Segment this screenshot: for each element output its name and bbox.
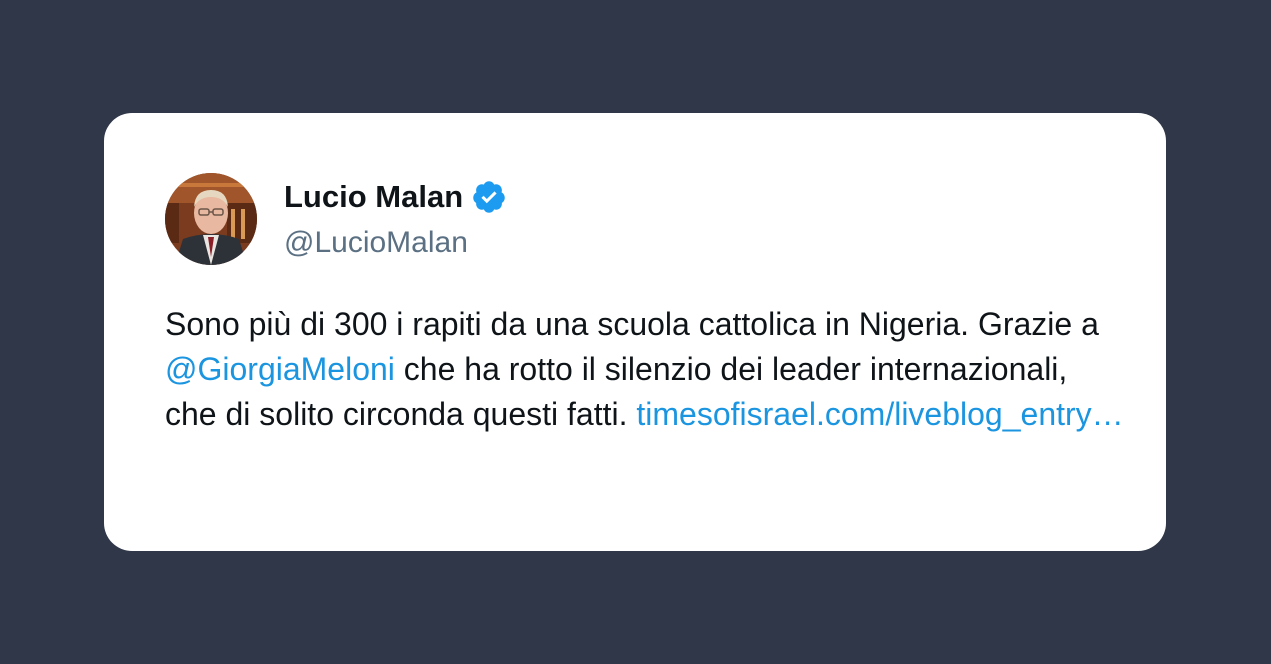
url-link[interactable]: timesofisrael.com/liveblog_entry… xyxy=(636,396,1123,432)
author-name[interactable]: Lucio Malan xyxy=(284,177,507,217)
author-handle[interactable]: @LucioMalan xyxy=(284,223,468,263)
tweet-card: Lucio Malan @LucioMalan Sono più di 300 … xyxy=(104,113,1166,551)
avatar[interactable] xyxy=(165,173,257,265)
verified-badge-icon xyxy=(473,181,505,213)
tweet-text-part1: Sono più di 300 i rapiti da una scuola c… xyxy=(165,306,1099,342)
mention-link[interactable]: @GiorgiaMeloni xyxy=(165,351,395,387)
author-name-text[interactable]: Lucio Malan xyxy=(284,177,463,217)
tweet-text: Sono più di 300 i rapiti da una scuola c… xyxy=(165,302,1125,437)
avatar-image xyxy=(165,173,257,265)
